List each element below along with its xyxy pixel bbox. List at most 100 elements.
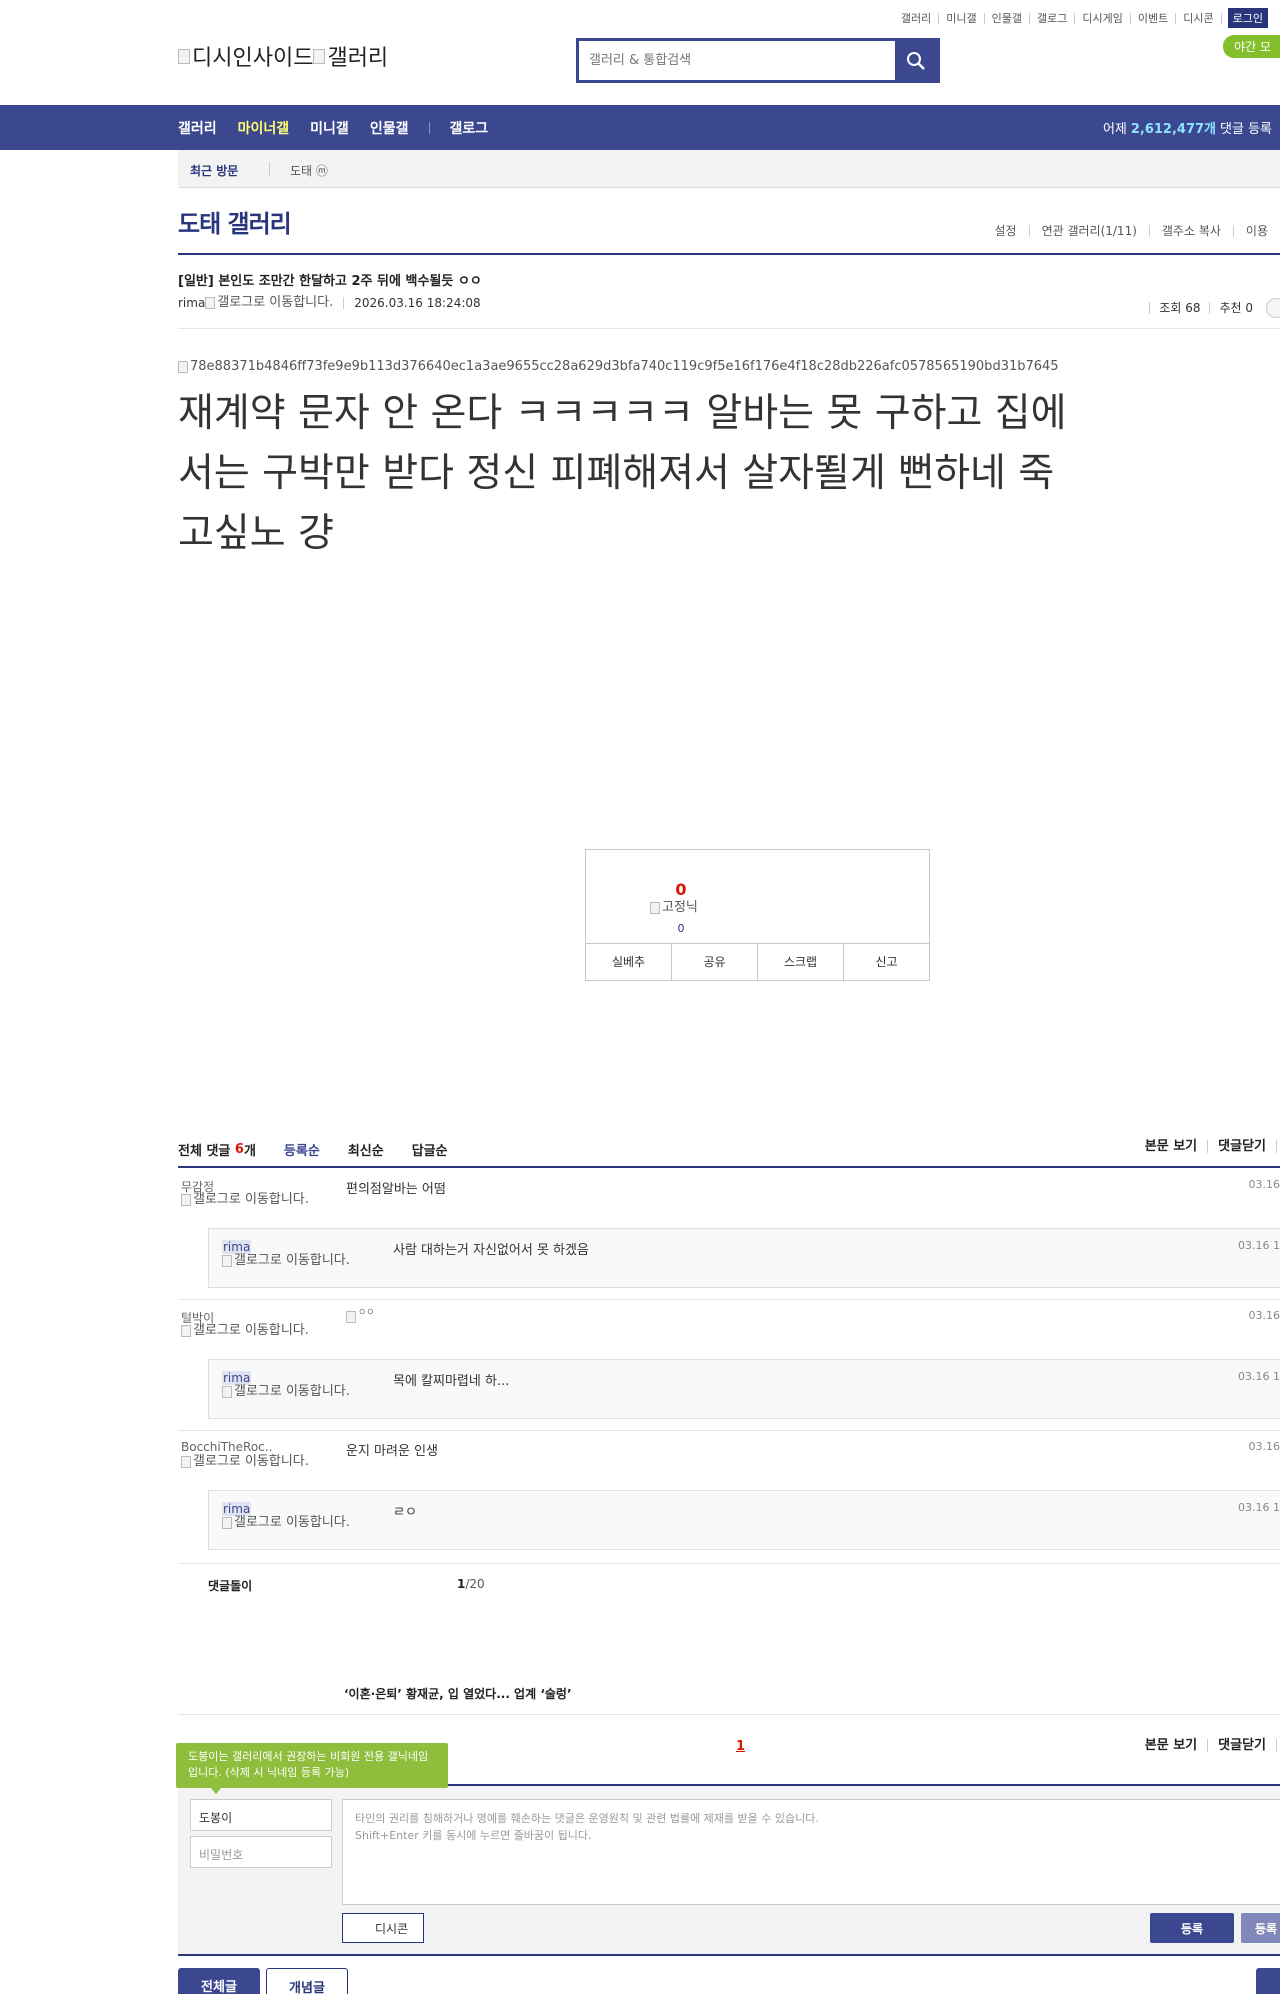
- recommend-box: 0 고정닉 0 실베추 공유 스크랩 신고: [585, 849, 930, 981]
- news-headline[interactable]: ‘이혼·은퇴’ 황재균, 입 열었다... 업계 ‘술렁’: [344, 1685, 572, 1702]
- reply-nick[interactable]: rima: [222, 1371, 252, 1385]
- comment-bot-label[interactable]: 댓글돌이: [208, 1577, 252, 1594]
- reply-text: ㄹㅇ: [393, 1505, 417, 1520]
- top-link-person[interactable]: 인물갤: [985, 12, 1031, 24]
- reply-nick[interactable]: rima: [222, 1240, 252, 1254]
- comments-header: 전체 댓글 6개 등록순 최신순 답글순 본문 보기 댓글닫기: [178, 1130, 1280, 1168]
- divider: [178, 328, 1280, 329]
- yesterday-stats: 어제 2,612,477개 댓글 등록: [1103, 105, 1272, 150]
- main-navbar: 갤러리 마이너갤 미니갤 인물갤 갤로그 어제 2,612,477개 댓글 등록: [0, 105, 1280, 150]
- gallog-icon[interactable]: 갤로그로 이동합니다.: [181, 1192, 311, 1207]
- divider: [343, 296, 345, 309]
- submit-comment-secondary-button[interactable]: 등록: [1241, 1913, 1280, 1943]
- reply-date: 03.16 1: [1238, 1239, 1280, 1252]
- yesterday-count: 2,612,477개: [1130, 122, 1217, 137]
- comment-item: 무감정 갤로그로 이동합니다. 편의점알바는 어떰 03.16: [178, 1170, 1280, 1228]
- comments-total-count: 6: [234, 1142, 244, 1157]
- broken-image-icon: [178, 48, 190, 64]
- post-date: 2026.03.16 18:24:08: [354, 295, 481, 310]
- top-link-gallog[interactable]: 갤로그: [1030, 12, 1076, 24]
- nav-gallog[interactable]: 갤로그: [449, 118, 488, 138]
- comment-nick[interactable]: BocchiTheRoc..: [181, 1440, 311, 1454]
- recent-visit-item[interactable]: 도태 ⓜ: [290, 162, 328, 179]
- site-logo[interactable]: 디시인사이드 갤러리: [178, 40, 388, 72]
- divider: [178, 1714, 1280, 1715]
- top-link-minigal[interactable]: 미니갤: [939, 12, 985, 24]
- usage-link[interactable]: 이용: [1232, 225, 1280, 237]
- view-post-button[interactable]: 본문 보기: [1135, 1739, 1207, 1752]
- divider: [1276, 1739, 1277, 1752]
- post-stats: 조회 68 추천 0: [1149, 298, 1280, 318]
- nav-person-gallery[interactable]: 인물갤: [370, 118, 409, 138]
- comment-textarea[interactable]: 타인의 권리를 침해하거나 명예를 훼손하는 댓글은 운영원칙 및 관련 법률에…: [342, 1799, 1280, 1905]
- nav-divider: [429, 121, 431, 134]
- post-recommends: 추천 0: [1209, 302, 1262, 314]
- report-button[interactable]: 신고: [843, 944, 929, 980]
- gallog-icon[interactable]: 갤로그로 이동합니다.: [222, 1384, 352, 1399]
- reply-item: rima 갤로그로 이동합니다. 사람 대하는거 자신없어서 못 하겠음 03.…: [208, 1228, 1280, 1288]
- dccon-button[interactable]: 디시콘: [342, 1913, 424, 1943]
- gallog-icon[interactable]: 갤로그로 이동합니다.: [222, 1253, 352, 1268]
- post-views: 조회 68: [1149, 302, 1209, 314]
- gallery-title[interactable]: 도태 갤러리: [178, 204, 292, 239]
- nav-mini-gallery[interactable]: 미니갤: [310, 118, 349, 138]
- divider: [269, 162, 270, 176]
- top-link-dccon[interactable]: 디시콘: [1176, 12, 1222, 24]
- dccon-label: 디시콘: [374, 1921, 409, 1936]
- top-link-gallery[interactable]: 갤러리: [894, 12, 940, 24]
- related-gallery-link[interactable]: 연관 갤러리(1/11): [1028, 225, 1149, 237]
- nav-minor-gallery[interactable]: 마이너갤: [238, 118, 290, 138]
- comment-page-indicator: 1/20: [457, 1577, 485, 1591]
- all-posts-button[interactable]: 전체글: [178, 1968, 260, 1994]
- search-box: [576, 38, 940, 83]
- close-comments-button[interactable]: 댓글닫기: [1207, 1739, 1276, 1752]
- comment-item: BocchiTheRoc.. 갤로그로 이동합니다. 운지 마려운 인생 03.…: [178, 1432, 1280, 1490]
- search-input[interactable]: [579, 41, 889, 80]
- submit-comment-button[interactable]: 등록: [1150, 1913, 1234, 1943]
- top-link-dcgame[interactable]: 디시게임: [1075, 12, 1131, 24]
- gallery-settings-link[interactable]: 설정: [982, 225, 1028, 237]
- copy-address-link[interactable]: 갤주소 복사: [1148, 225, 1233, 237]
- fixed-nick-icon: 고정닉: [650, 900, 698, 915]
- nickname-field[interactable]: 도봉이: [190, 1799, 332, 1831]
- more-options-button[interactable]: [1266, 298, 1280, 318]
- sort-tab-latest[interactable]: 최신순: [348, 1140, 384, 1159]
- password-field[interactable]: 비밀번호: [190, 1836, 332, 1868]
- bottom-page-link[interactable]: 1: [736, 1739, 745, 1754]
- gallog-icon[interactable]: 갤로그로 이동합니다.: [181, 1454, 311, 1469]
- recent-visits-label[interactable]: 최근 방문: [190, 162, 238, 179]
- night-mode-toggle[interactable]: 야간 모: [1223, 35, 1280, 58]
- gallog-icon[interactable]: 갤로그로 이동합니다.: [181, 1323, 311, 1338]
- gallog-icon[interactable]: 갤로그로 이동합니다.: [205, 295, 333, 310]
- sort-tab-replies[interactable]: 답글순: [412, 1140, 448, 1159]
- real-best-button[interactable]: 실베추: [586, 944, 671, 980]
- divider: [178, 1563, 1280, 1564]
- top-link-event[interactable]: 이벤트: [1131, 12, 1177, 24]
- share-button[interactable]: 공유: [671, 944, 757, 980]
- reply-text: 사람 대하는거 자신없어서 못 하겠음: [393, 1243, 589, 1258]
- reply-nick[interactable]: rima: [222, 1502, 252, 1516]
- logo-gallery-text: 갤러리: [327, 46, 389, 71]
- close-comments-button[interactable]: 댓글닫기: [1207, 1140, 1276, 1153]
- login-button[interactable]: 로그인: [1227, 8, 1268, 28]
- post-meta: rima 갤로그로 이동합니다. 2026.03.16 18:24:08: [178, 295, 481, 310]
- divider: [178, 1299, 1280, 1300]
- post-author[interactable]: rima: [178, 296, 205, 310]
- divider: [178, 1954, 1280, 1956]
- sort-tab-registered[interactable]: 등록순: [284, 1140, 320, 1159]
- nav-gallery[interactable]: 갤러리: [178, 118, 217, 138]
- scrap-button[interactable]: 스크랩: [757, 944, 843, 980]
- total-pages: /20: [465, 1577, 485, 1591]
- recent-visits: 최근 방문 도태 ⓜ: [178, 150, 1280, 188]
- view-post-button[interactable]: 본문 보기: [1135, 1140, 1207, 1153]
- memo-placeholder-2: Shift+Enter 키를 동시에 누르면 줄바꿈이 됩니다.: [355, 1829, 592, 1842]
- search-button[interactable]: [895, 41, 937, 80]
- write-post-button[interactable]: [1256, 1968, 1280, 1994]
- nickname-tooltip: 도봉이는 갤러리에서 권장하는 비회원 전용 갤닉네임입니다. (삭제 시 닉네…: [176, 1743, 448, 1788]
- bottom-comment-links: 본문 보기 댓글닫기: [1135, 1739, 1280, 1752]
- divider: [178, 253, 1280, 255]
- comment-date: 03.16: [1248, 1178, 1280, 1191]
- broken-image-icon: [313, 48, 326, 64]
- gallog-icon[interactable]: 갤로그로 이동합니다.: [222, 1515, 352, 1530]
- concept-posts-button[interactable]: 개념글: [266, 1968, 348, 1994]
